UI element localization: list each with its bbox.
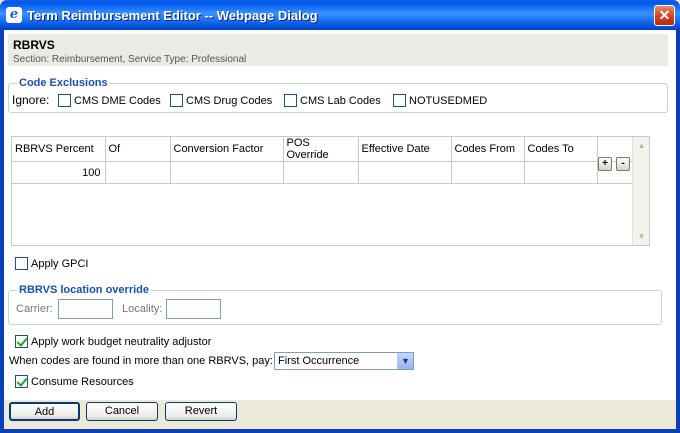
cancel-button[interactable]: Cancel [86,402,158,421]
scroll-up-icon[interactable]: ▲ [634,138,649,153]
grid-scrollbar[interactable]: ▲ ▼ [632,137,649,245]
carrier-label: Carrier: [16,303,53,315]
scroll-down-icon[interactable]: ▼ [634,229,649,244]
table-header-row: RBRVS Percent Of Conversion Factor POS O… [12,137,634,162]
exclude-notusedmed-label: NOTUSEDMED [409,94,488,107]
section-header: RBRVS Section: Reimbursement, Service Ty… [8,34,668,66]
locality-field: Locality: [122,299,222,319]
budget-neutrality-checkbox[interactable] [15,335,28,348]
locality-input[interactable] [166,299,222,319]
col-conversion-factor: Conversion Factor [170,137,284,162]
cell-rbrvs-percent[interactable]: 100 [12,161,106,184]
apply-gpci-checkbox[interactable] [15,257,28,270]
exclude-cms-dme-checkbox[interactable] [58,94,71,107]
rbrvs-table: RBRVS Percent Of Conversion Factor POS O… [12,137,634,184]
chevron-down-icon[interactable]: ▼ [397,353,413,369]
exclude-cms-lab-checkbox[interactable] [284,94,297,107]
exclude-cms-dme-label: CMS DME Codes [74,94,161,107]
carrier-input[interactable] [57,299,113,319]
window-title: Term Reimbursement Editor -- Webpage Dia… [27,8,318,23]
exclude-cms-drug-codes[interactable]: CMS Drug Codes [170,94,272,107]
section-title: RBRVS [13,38,55,52]
apply-gpci-label: Apply GPCI [31,257,89,270]
cell-effective-date[interactable] [358,161,452,184]
exclude-notusedmed[interactable]: NOTUSEDMED [393,94,487,107]
add-row-button[interactable]: + [598,157,612,171]
window-frame-bottom [0,429,680,433]
revert-button[interactable]: Revert [165,402,237,421]
exclude-cms-drug-label: CMS Drug Codes [186,94,273,107]
button-bar: Add Cancel Revert [4,399,676,429]
pay-rule-label: When codes are found in more than one RB… [9,355,273,367]
pay-rule-selected: First Occurrence [278,355,360,367]
apply-gpci[interactable]: Apply GPCI [15,257,88,270]
location-override-legend: RBRVS location override [17,284,151,296]
locality-label: Locality: [122,303,163,315]
consume-resources-checkbox[interactable] [15,375,28,388]
col-codes-from: Codes From [451,137,525,162]
budget-neutrality[interactable]: Apply work budget neutrality adjustor [15,335,211,348]
close-button[interactable]: ✕ [654,5,675,26]
table-row[interactable]: 100 [12,161,634,184]
cell-pos-override[interactable] [283,161,359,184]
title-bar[interactable]: e Term Reimbursement Editor -- Webpage D… [0,0,680,30]
exclude-cms-lab-codes[interactable]: CMS Lab Codes [284,94,381,107]
window-frame-right [676,30,680,433]
dialog-body: RBRVS Section: Reimbursement, Service Ty… [4,30,676,429]
col-of: Of [105,137,171,162]
cell-conversion-factor[interactable] [170,161,284,184]
ignore-label: Ignore: [12,93,50,107]
col-rbrvs-percent: RBRVS Percent [12,137,106,162]
exclude-cms-drug-checkbox[interactable] [170,94,183,107]
col-codes-to: Codes To [524,137,598,162]
rbrvs-grid: RBRVS Percent Of Conversion Factor POS O… [11,136,650,246]
consume-resources[interactable]: Consume Resources [15,375,134,388]
col-pos-override: POS Override [283,137,359,162]
carrier-field: Carrier: [16,299,113,319]
exclude-notusedmed-checkbox[interactable] [393,94,406,107]
cell-codes-from[interactable] [451,161,525,184]
add-button[interactable]: Add [9,402,80,421]
exclude-cms-lab-label: CMS Lab Codes [300,94,381,107]
pay-rule-select[interactable]: First Occurrence ▼ [274,352,414,370]
cell-codes-to[interactable] [524,161,598,184]
section-subtitle: Section: Reimbursement, Service Type: Pr… [13,54,247,65]
exclude-cms-dme-codes[interactable]: CMS DME Codes [58,94,161,107]
ie-icon: e [6,7,22,23]
remove-row-button[interactable]: - [616,157,630,171]
code-exclusions-legend: Code Exclusions [17,77,110,89]
consume-resources-label: Consume Resources [31,375,134,388]
cell-of[interactable] [105,161,171,184]
budget-neutrality-label: Apply work budget neutrality adjustor [31,335,212,348]
col-effective-date: Effective Date [358,137,452,162]
